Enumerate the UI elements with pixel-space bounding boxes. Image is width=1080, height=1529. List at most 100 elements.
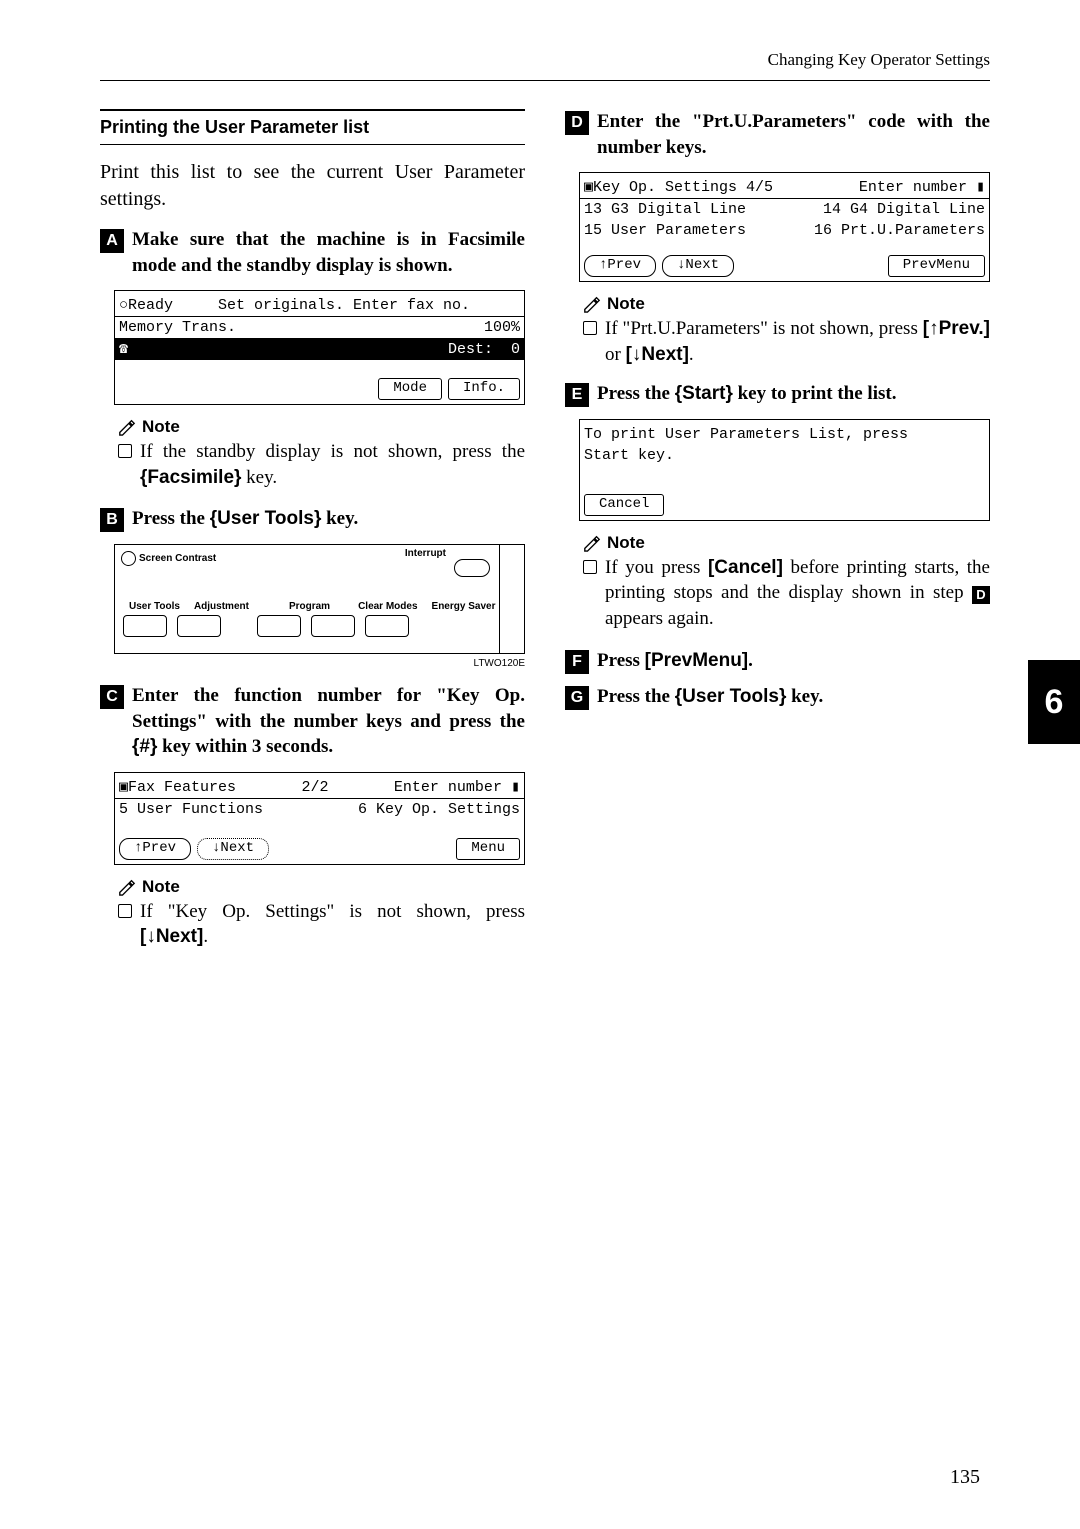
step-1: A Make sure that the machine is in Facsi… — [100, 227, 525, 278]
clear-modes-button[interactable] — [311, 615, 355, 637]
note-heading: Note — [583, 294, 990, 314]
lcd-row: 5 User Functions 6 Key Op. Settings — [119, 799, 520, 820]
lcd-fax-features: ▣Fax Features 2/2 Enter number ▮ 5 User … — [114, 772, 525, 865]
lcd-row: ○Ready Set originals. Enter fax no. — [119, 295, 520, 316]
intro-paragraph: Print this list to see the current User … — [100, 159, 525, 213]
keycap-next: [↓Next] — [626, 344, 689, 365]
lcd-info-button[interactable]: Info. — [448, 378, 520, 400]
step-text-part: Press — [597, 650, 645, 671]
lcd-text: Enter number — [859, 179, 967, 196]
lcd-prev-button[interactable]: ↑Prev — [584, 255, 656, 277]
note-body: If "Key Op. Settings" is not shown, pres… — [118, 899, 525, 950]
note-heading: Note — [118, 877, 525, 897]
lcd-print-userparams: To print User Parameters List, press Sta… — [579, 419, 990, 521]
interrupt-lamp-icon — [454, 559, 490, 577]
panel-label: Clear Modes — [358, 601, 417, 612]
step-6: F Press [PrevMenu]. — [565, 648, 990, 674]
step-text-part: Enter the function number for "Key Op. S… — [132, 685, 525, 732]
lcd-text: Fax Features — [128, 779, 236, 796]
chapter-tab: 6 — [1028, 660, 1080, 744]
lcd-menu-button[interactable]: Menu — [456, 838, 520, 860]
note-body: If the standby display is not shown, pre… — [118, 439, 525, 490]
left-column: Printing the User Parameter list Print t… — [100, 109, 525, 950]
keycap-prevmenu: [PrevMenu] — [645, 650, 748, 671]
lcd-prevmenu-button[interactable]: PrevMenu — [888, 255, 985, 277]
note-text-part: If "Prt.U.Parameters" is not shown, pres… — [605, 318, 923, 339]
lcd-text: Dest: 0 — [448, 339, 520, 360]
step-4: D Enter the "Prt.U.Parameters" code with… — [565, 109, 990, 160]
keycap-user-tools: User Tools — [682, 686, 779, 707]
lcd-mode-button[interactable]: Mode — [378, 378, 442, 400]
lcd-text: Key Op. Settings 4/5 — [593, 179, 773, 196]
adjustment-button[interactable] — [177, 615, 221, 637]
note-heading: Note — [583, 533, 990, 553]
phone-icon: ☎ — [119, 339, 128, 360]
note-text-part: If you press — [605, 557, 708, 578]
lcd-next-button[interactable]: ↓Next — [197, 838, 269, 860]
lcd-text: 5 User Functions — [119, 799, 263, 820]
step-text-part: key within 3 seconds. — [157, 736, 333, 757]
lcd-text: 15 User Parameters — [584, 220, 746, 241]
keycap-user-tools: User Tools — [217, 508, 314, 529]
step-number-icon: G — [565, 686, 589, 710]
note-checkbox-icon — [118, 444, 132, 458]
lcd-cancel-button[interactable]: Cancel — [584, 494, 664, 516]
note-body: If you press [Cancel] before printing st… — [583, 555, 990, 632]
step-text-part: . — [748, 650, 753, 671]
lcd-prev-button[interactable]: ↑Prev — [119, 838, 191, 860]
keycap-start: Start — [682, 383, 725, 404]
step-ref-icon: D — [972, 586, 990, 604]
section-title: Printing the User Parameter list — [100, 109, 525, 145]
step-4-text: Enter the "Prt.U.Parameters" code with t… — [597, 109, 990, 160]
pencil-icon — [118, 418, 136, 436]
lcd-text: 13 G3 Digital Line — [584, 199, 746, 220]
page-number: 135 — [950, 1466, 980, 1489]
keycap-next: [↓Next] — [140, 926, 203, 947]
lcd-text: 6 Key Op. Settings — [358, 799, 520, 820]
note-label: Note — [607, 294, 645, 314]
step-number-icon: A — [100, 229, 124, 253]
lcd-next-button[interactable]: ↓Next — [662, 255, 734, 277]
note-text-part: If "Key Op. Settings" is not shown, pres… — [140, 901, 525, 922]
note-text-part: . — [689, 344, 694, 365]
step-1-text: Make sure that the machine is in Facsimi… — [132, 227, 525, 278]
user-tools-button[interactable] — [123, 615, 167, 637]
lcd-row: 13 G3 Digital Line 14 G4 Digital Line — [584, 199, 985, 220]
lcd-text: 100% — [484, 317, 520, 338]
step-2: B Press the {User Tools} key. — [100, 506, 525, 532]
lcd-row: 15 User Parameters 16 Prt.U.Parameters — [584, 220, 985, 241]
contrast-dial-icon — [121, 551, 136, 566]
lcd-row: ☎ Dest: 0 — [115, 339, 524, 360]
lcd-row: To print User Parameters List, press — [584, 424, 985, 445]
header-rule — [100, 80, 990, 81]
lcd-text: Memory Trans. — [119, 317, 236, 338]
keycap-prev: [↑Prev.] — [923, 318, 990, 339]
step-number-icon: D — [565, 111, 589, 135]
note-label: Note — [142, 877, 180, 897]
step-number-icon: B — [100, 508, 124, 532]
step-text-part: key. — [321, 508, 358, 529]
step-text-part: Press the — [597, 686, 675, 707]
lcd-row: ▣Fax Features 2/2 Enter number ▮ — [119, 777, 520, 798]
note-text-part: or — [605, 344, 626, 365]
lcd-standby: ○Ready Set originals. Enter fax no. Memo… — [114, 290, 525, 405]
panel-label: User Tools — [129, 601, 180, 612]
keycap-facsimile: Facsimile — [147, 467, 234, 488]
note-checkbox-icon — [118, 904, 132, 918]
control-panel-figure: Screen Contrast Interrupt User Tools Adj… — [114, 544, 525, 654]
panel-label: Energy Saver — [432, 601, 496, 612]
panel-label: Program — [289, 601, 330, 612]
energy-saver-button[interactable] — [365, 615, 409, 637]
note-text-part: . — [203, 926, 208, 947]
right-column: D Enter the "Prt.U.Parameters" code with… — [565, 109, 990, 950]
panel-separator — [499, 545, 500, 653]
step-number-icon: E — [565, 383, 589, 407]
lcd-row: Memory Trans. 100% — [119, 317, 520, 338]
step-text-part: Press the — [132, 508, 210, 529]
step-text-part: key to print the list. — [733, 383, 897, 404]
lcd-text: 2/2 — [301, 777, 328, 798]
pencil-icon — [583, 295, 601, 313]
note-text-part: key. — [241, 467, 277, 488]
note-text-part: appears again. — [605, 608, 714, 629]
program-button[interactable] — [257, 615, 301, 637]
